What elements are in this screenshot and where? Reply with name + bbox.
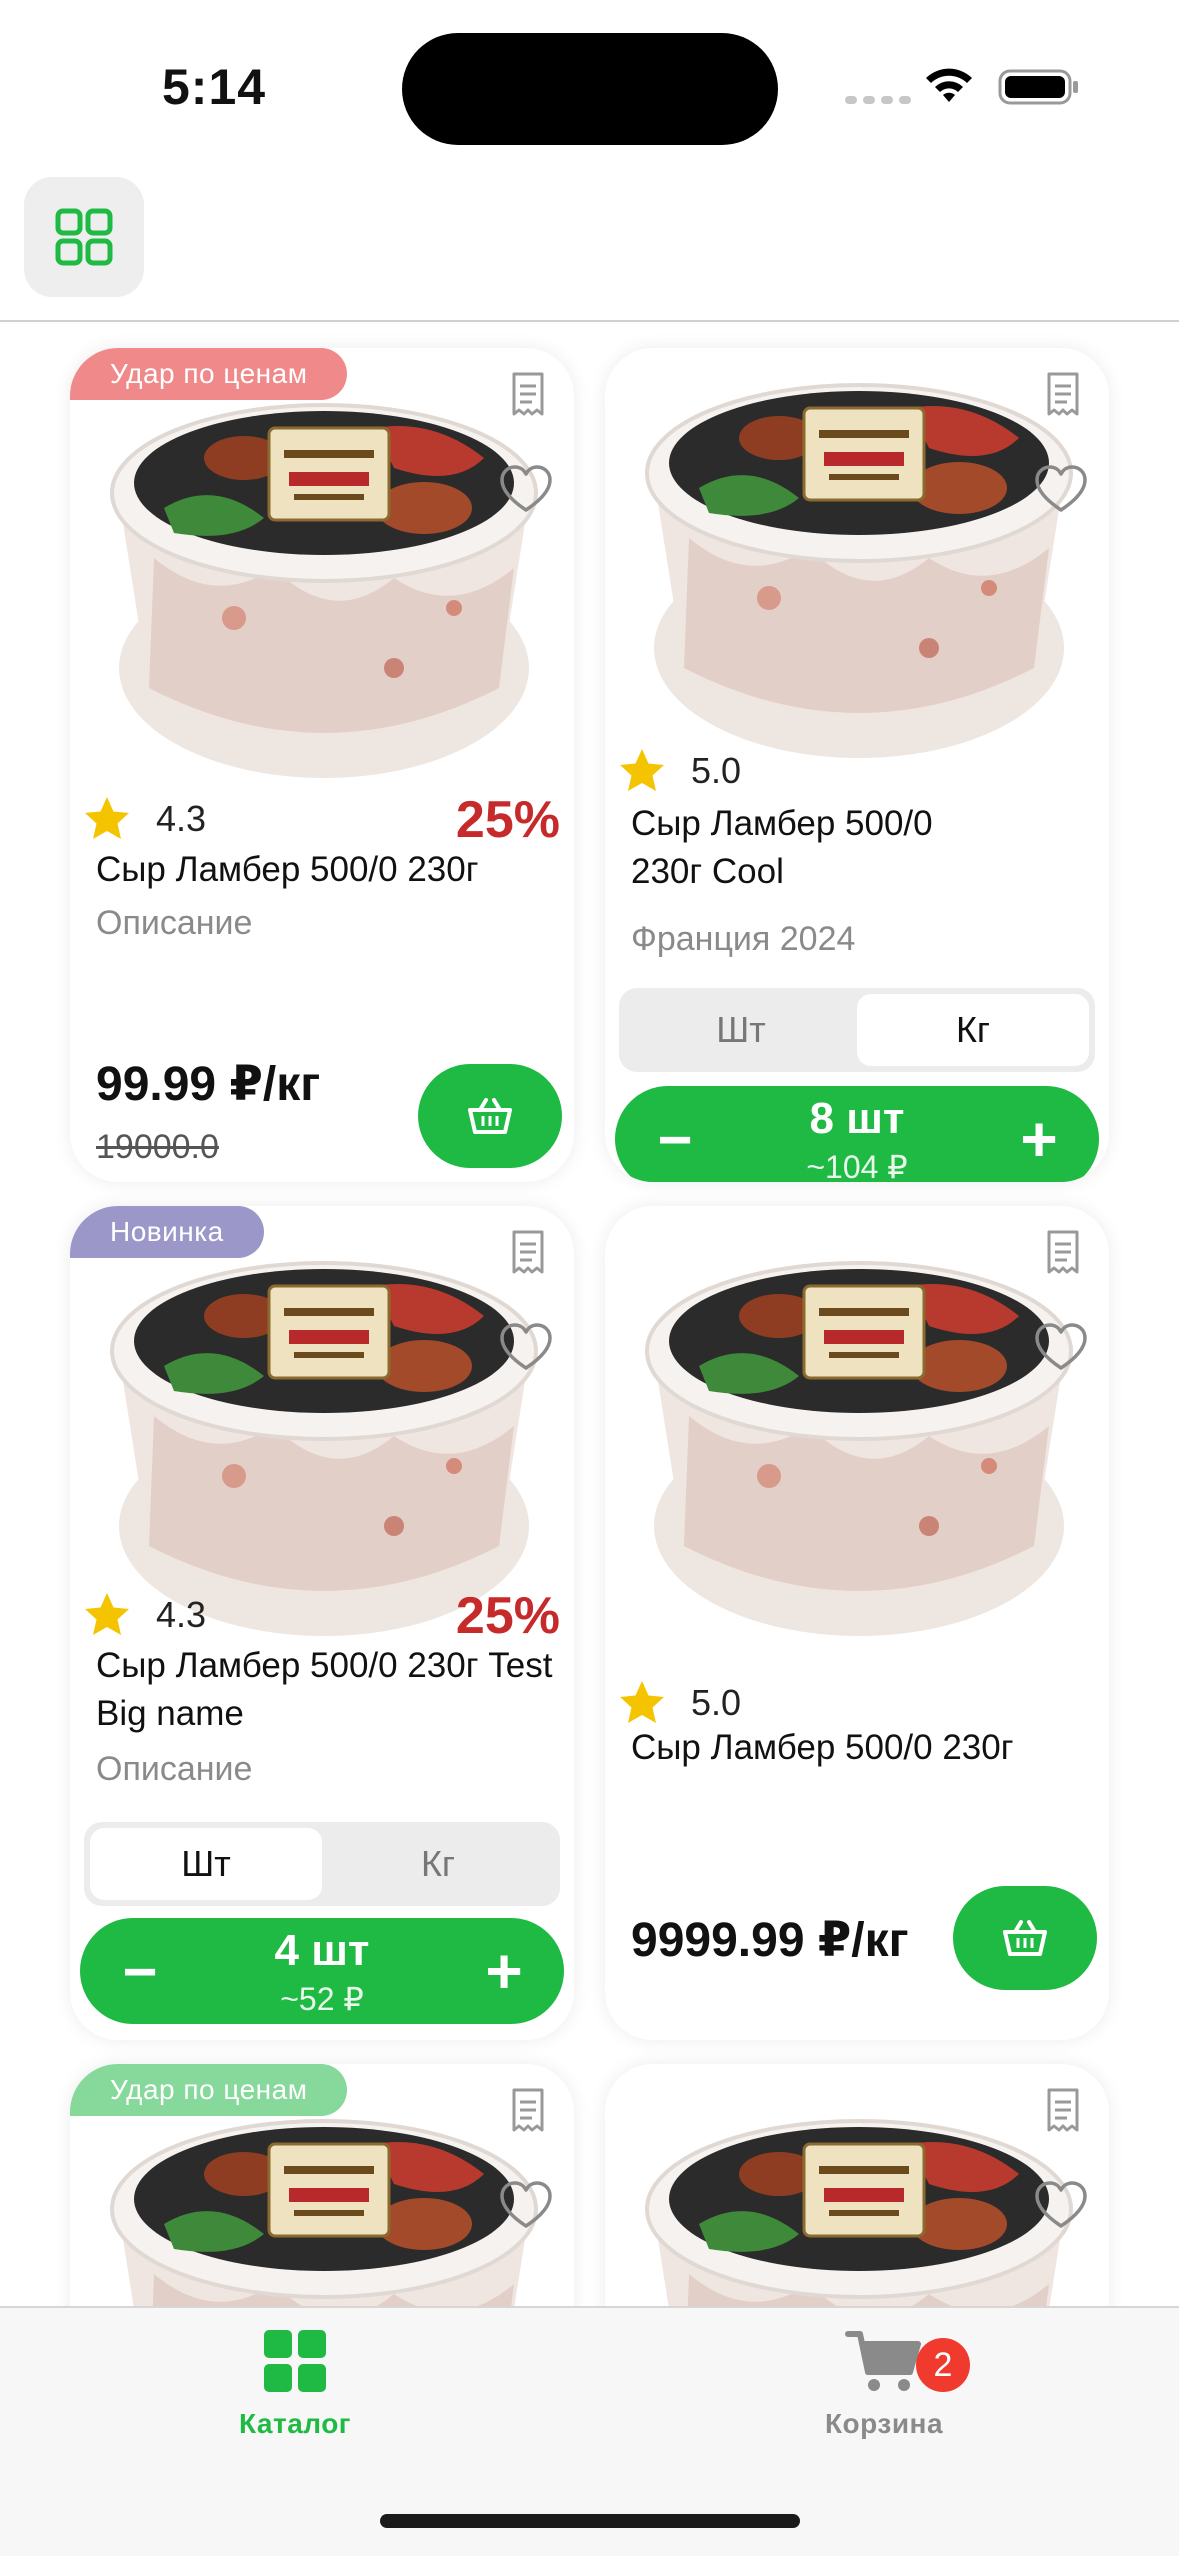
product-image <box>94 2084 554 2308</box>
discount-label: 25% <box>455 791 560 849</box>
new-badge: Новинка <box>70 1206 264 1258</box>
product-name: Сыр Ламбер 500/0 230г <box>631 1728 1014 1767</box>
home-indicator <box>380 2514 800 2528</box>
product-price: 99.99 ₽/кг <box>96 1058 321 1111</box>
compare-icon[interactable] <box>504 1228 552 1276</box>
basket-icon <box>1001 1918 1049 1958</box>
product-image <box>94 368 554 788</box>
compare-icon[interactable] <box>504 2086 552 2134</box>
compare-icon[interactable] <box>504 370 552 418</box>
quantity-stepper: − 4 шт ~52 ₽ + <box>80 1918 564 2024</box>
basket-icon <box>466 1096 514 1136</box>
rating: 4.3 <box>82 794 206 844</box>
rating: 5.0 <box>617 746 741 796</box>
star-icon <box>617 1678 667 1728</box>
compare-icon[interactable] <box>1039 2086 1087 2134</box>
status-bar: 5:14 <box>0 0 1179 160</box>
unit-option-pieces[interactable]: Шт <box>90 1828 322 1900</box>
favorite-heart-icon[interactable] <box>1033 462 1089 518</box>
product-price: 9999.99 ₽/кг <box>631 1914 909 1967</box>
favorite-heart-icon[interactable] <box>498 1320 554 1376</box>
discount-label: 25% <box>455 1587 560 1645</box>
view-toggle-button[interactable] <box>24 177 144 297</box>
favorite-heart-icon[interactable] <box>498 462 554 518</box>
product-description: Франция 2024 <box>631 920 856 958</box>
product-name: Сыр Ламбер 500/0 230г Cool <box>631 804 933 891</box>
product-image <box>629 348 1089 768</box>
product-grid[interactable]: Удар по ценам 4.3 25% Сыр Ламбер 500/0 2… <box>0 324 1179 2308</box>
rating-value: 4.3 <box>156 798 207 839</box>
product-card[interactable]: 5.0 Сыр Ламбер 500/0 230г Cool Франция 2… <box>605 348 1109 1182</box>
tab-catalog[interactable]: Каталог <box>145 2328 445 2468</box>
tab-label: Каталог <box>239 2408 351 2439</box>
tab-label: Корзина <box>824 2408 944 2439</box>
star-icon <box>617 746 667 796</box>
product-image <box>629 2084 1089 2308</box>
quantity-stepper: − 8 шт ~104 ₽ + <box>615 1086 1099 1182</box>
rating-value: 5.0 <box>691 750 742 791</box>
increase-button[interactable]: + <box>474 1935 534 2007</box>
unit-toggle[interactable]: Шт Кг <box>84 1822 560 1906</box>
product-card[interactable]: 5.0 Сыр Ламбер 500/0 230г 9999.99 ₽/кг <box>605 1206 1109 2040</box>
status-time: 5:14 <box>162 59 267 115</box>
unit-toggle[interactable]: Шт Кг <box>619 988 1095 1072</box>
product-description: Описание <box>96 904 253 942</box>
unit-option-kg[interactable]: Кг <box>322 1828 554 1900</box>
unit-option-kg[interactable]: Кг <box>857 994 1089 1066</box>
product-description: Описание <box>96 1750 253 1788</box>
unit-option-pieces[interactable]: Шт <box>625 994 857 1066</box>
add-to-cart-button[interactable] <box>953 1886 1097 1990</box>
grid-icon <box>55 208 113 266</box>
add-to-cart-button[interactable] <box>418 1064 562 1168</box>
product-image <box>94 1226 554 1646</box>
battery-icon <box>998 69 1078 105</box>
rating-value: 4.3 <box>156 1594 207 1635</box>
product-name: Сыр Ламбер 500/0 230г Test Big name <box>96 1646 553 1733</box>
promo-badge: Удар по ценам <box>70 2064 348 2116</box>
product-card[interactable]: Новинка 4.3 25% Сыр Ламбер 500/0 230г Te… <box>70 1206 574 2040</box>
product-card[interactable] <box>605 2064 1109 2308</box>
product-name: Сыр Ламбер 500/0 230г <box>96 850 479 889</box>
compare-icon[interactable] <box>1039 370 1087 418</box>
favorite-heart-icon[interactable] <box>1033 1320 1089 1376</box>
tab-cart[interactable]: 2 Корзина <box>734 2328 1034 2468</box>
cart-count-badge: 2 <box>916 2338 970 2392</box>
dynamic-island <box>402 33 778 145</box>
rating: 4.3 <box>82 1590 206 1640</box>
cellular-signal-icon <box>845 96 911 104</box>
compare-icon[interactable] <box>1039 1228 1087 1276</box>
catalog-grid-icon <box>264 2330 326 2392</box>
old-price: 19000.0 <box>96 1128 219 1166</box>
rating-value: 5.0 <box>691 1682 742 1723</box>
promo-badge: Удар по ценам <box>70 348 348 400</box>
increase-button[interactable]: + <box>1009 1103 1069 1175</box>
favorite-heart-icon[interactable] <box>498 2178 554 2234</box>
header <box>0 160 1179 322</box>
star-icon <box>82 1590 132 1640</box>
star-icon <box>82 794 132 844</box>
rating: 5.0 <box>617 1678 741 1728</box>
product-image <box>629 1226 1089 1646</box>
cart-icon <box>845 2331 921 2391</box>
wifi-icon <box>926 68 972 102</box>
product-card[interactable]: Удар по ценам <box>70 2064 574 2308</box>
favorite-heart-icon[interactable] <box>1033 2178 1089 2234</box>
product-card[interactable]: Удар по ценам 4.3 25% Сыр Ламбер 500/0 2… <box>70 348 574 1182</box>
